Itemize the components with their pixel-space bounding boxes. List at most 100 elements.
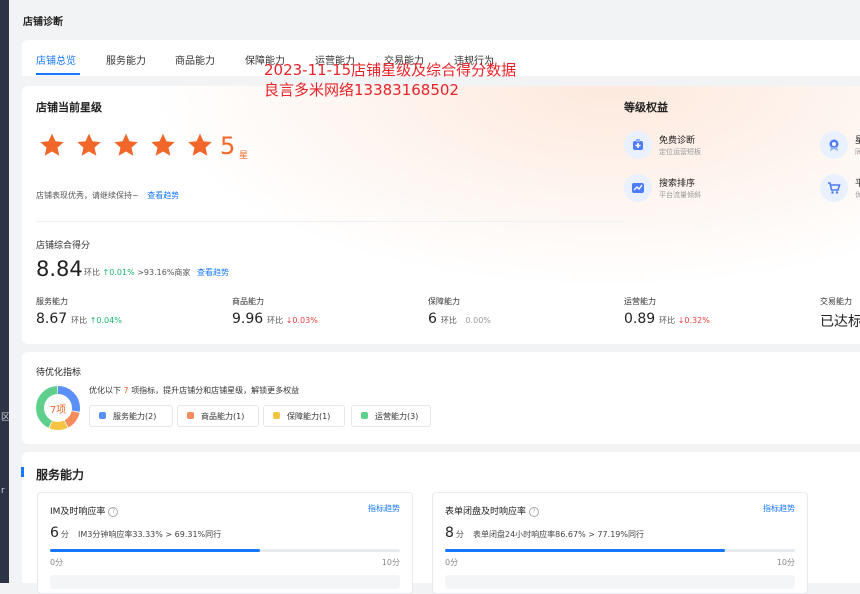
ratio-label: 环比 [71, 316, 88, 325]
card-score: 6分 [50, 525, 69, 541]
ratio-label: 环比 [440, 316, 457, 325]
composite-trend-link[interactable]: 查看趋势 [197, 268, 229, 277]
desc-text: 优化以下 [89, 386, 121, 395]
sub-score-value: 0.89 [624, 311, 656, 327]
watermark-line: 2023-11-15店铺星级及综合得分数据 [264, 61, 517, 79]
help-icon[interactable]: ? [108, 506, 119, 517]
ratio-down-value: ↓0.32% [677, 316, 710, 325]
form-response-card: 表单闭盘及时响应率? 指标趋势 8分 表单闭盘24小时响应率86.67% > 7… [432, 492, 808, 594]
chip-operation[interactable]: 运营能力(3) [351, 405, 431, 427]
color-dot [361, 412, 368, 419]
ratio-up-value: ↑0.04% [89, 316, 122, 325]
sub-score-name: 交易能力 [820, 297, 852, 306]
star-trend-link[interactable]: 查看趋势 [147, 191, 179, 200]
star-icon [151, 133, 175, 156]
star-icon [188, 133, 212, 156]
sub-score-value: 6 [428, 311, 437, 327]
card-score-value: 8 [445, 525, 454, 541]
composite-score-value: 8.84 [36, 257, 83, 281]
chip-label: 服务能力(2) [113, 412, 157, 421]
active-tab-indicator [36, 73, 80, 75]
chip-label: 保障能力(1) [287, 412, 331, 421]
card-title-text: 表单闭盘及时响应率 [445, 507, 527, 517]
ratio-down-value: ↓0.03% [285, 316, 318, 325]
donut-count-label: 7项 [49, 405, 67, 416]
card-score-value: 6 [50, 525, 59, 541]
sidebar-mark: 区 [1, 413, 11, 423]
sub-score-trade: 交易能力 已达标 [820, 296, 860, 330]
composite-score-label: 店铺综合得分 [36, 241, 91, 251]
progress-fill [445, 549, 725, 552]
help-icon[interactable]: ? [529, 506, 540, 517]
tab-product[interactable]: 商品能力 [175, 52, 215, 67]
chip-service[interactable]: 服务能力(2) [89, 405, 173, 427]
color-dot [99, 412, 106, 419]
progress-max: 10分 [381, 558, 400, 567]
chip-label: 运营能力(3) [375, 412, 419, 421]
sub-score-product: 商品能力 9.96 环比 ↓0.03% [232, 296, 318, 327]
service-section-title: 服务能力 [36, 468, 85, 482]
stethoscope-icon [624, 131, 652, 159]
progress-min: 0分 [445, 558, 459, 567]
card-score-unit: 分 [455, 530, 464, 539]
progress-fill [50, 549, 260, 552]
star-level-title: 店铺当前星级 [36, 101, 102, 114]
right-desc: 优 [855, 191, 860, 199]
right-name: 星 [855, 136, 860, 146]
right-name: 平 [855, 179, 860, 189]
progress-min: 0分 [50, 558, 64, 567]
to-optimize-desc: 优化以下 7 项指标，提升店铺分和店铺星级，解锁更多权益 [89, 385, 299, 396]
star-icon [114, 133, 138, 156]
rights-title: 等级权益 [624, 101, 676, 117]
chip-guarantee[interactable]: 保障能力(1) [263, 405, 345, 427]
sub-score-operation: 运营能力 0.89 环比 ↓0.32% [624, 296, 710, 327]
right-desc: 定位运营短板 [659, 148, 701, 156]
progress-max: 10分 [776, 558, 795, 567]
star-icon [77, 133, 101, 156]
card-score-unit: 分 [60, 530, 69, 539]
composite-score-meta: 环比 ↑0.01% >93.16%商家 查看趋势 [84, 267, 229, 278]
right-name: 免费诊断 [659, 136, 696, 146]
card-score: 8分 [445, 525, 464, 541]
card-title: 表单闭盘及时响应率? [445, 504, 540, 517]
ratio-label: 环比 [659, 316, 676, 325]
right-desc: 同 [855, 148, 860, 156]
medal-icon [820, 131, 848, 159]
ratio-label: 环比 [84, 268, 100, 277]
cart-icon [820, 174, 848, 202]
sub-score-value: 8.67 [36, 311, 68, 327]
card-meta: IM3分钟响应率33.33% > 69.31%同行 [78, 530, 222, 539]
indicator-trend-link[interactable]: 指标趋势 [368, 503, 400, 514]
card-footer [50, 575, 400, 589]
sub-score-value: 已达标 [820, 314, 860, 330]
card-meta: 表单闭盘24小时响应率86.67% > 77.19%同行 [473, 530, 644, 539]
beat-percentage: >93.16%商家 [137, 268, 191, 277]
color-dot [187, 412, 194, 419]
section-accent-bar [21, 467, 24, 477]
trend-chart-icon [624, 174, 652, 202]
sub-score-name: 运营能力 [624, 297, 656, 306]
desc-text: 项指标，提升店铺分和店铺星级，解锁更多权益 [131, 386, 300, 395]
sub-score-service: 服务能力 8.67 环比 ↑0.04% [36, 296, 122, 327]
tab-service[interactable]: 服务能力 [106, 52, 146, 67]
star-icon [40, 133, 64, 156]
ratio-flat-value: 0.00% [465, 316, 491, 325]
right-name: 搜索排序 [659, 179, 696, 189]
to-optimize-title: 待优化指标 [36, 368, 82, 378]
chip-label: 商品能力(1) [201, 412, 245, 421]
store-overview-card: 店铺当前星级 5 星 店铺表现优秀，请继续保持~ 查看趋势 等级权益 免费诊断 … [22, 86, 860, 344]
to-optimize-card: 待优化指标 7项 优化以下 7 项指标，提升店铺分和店铺星级，解锁更多权益 服务… [22, 352, 860, 444]
card-footer [445, 575, 795, 589]
chip-product[interactable]: 商品能力(1) [177, 405, 259, 427]
ratio-value: 0.01% [109, 268, 135, 277]
desc-count: 7 [123, 386, 129, 395]
tab-overview[interactable]: 店铺总览 [36, 52, 76, 67]
sidebar-mark: r [1, 486, 5, 496]
right-desc: 平台流量倾斜 [659, 191, 701, 199]
sub-score-name: 服务能力 [36, 297, 68, 306]
score-progress-bar [445, 549, 795, 552]
ratio-label: 环比 [267, 316, 284, 325]
indicator-trend-link[interactable]: 指标趋势 [763, 503, 795, 514]
star-tip-text: 店铺表现优秀，请继续保持~ [36, 191, 139, 200]
divider [36, 221, 626, 222]
